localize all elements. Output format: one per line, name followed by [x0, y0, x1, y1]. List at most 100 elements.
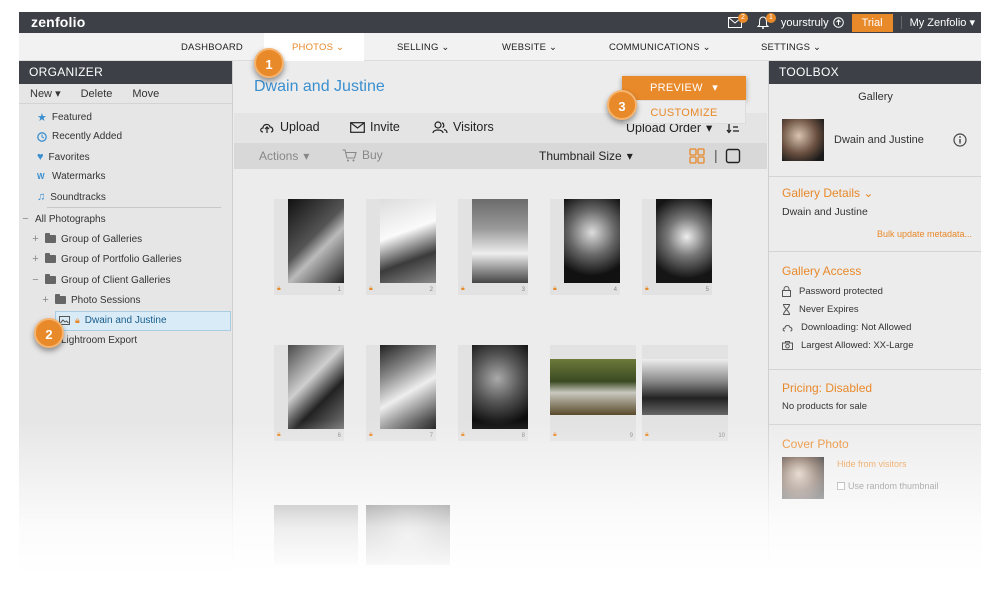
thumbnail-size-dropdown[interactable]: Thumbnail Size ▾ [539, 149, 633, 163]
nav-photos[interactable]: PHOTOS ⌄ [292, 42, 344, 53]
buy-button[interactable]: Buy [342, 148, 383, 162]
gallery-main: Dwain and Justine Upload Invite Visitors… [234, 61, 767, 572]
collapse-icon[interactable]: − [21, 213, 30, 225]
gallery-access-head[interactable]: Gallery Access [769, 264, 981, 278]
move-button[interactable]: Move [132, 88, 159, 100]
info-icon[interactable] [953, 133, 967, 147]
thumbnail[interactable]: 🔒︎ 2 [366, 199, 436, 295]
delete-button[interactable]: Delete [81, 88, 113, 100]
single-view-icon[interactable] [725, 148, 741, 164]
hide-visitors-link[interactable]: Hide from visitors [837, 459, 907, 469]
thumbnail[interactable] [274, 505, 358, 565]
expand-icon[interactable]: + [31, 233, 40, 245]
random-thumb-checkbox[interactable] [837, 482, 845, 490]
thumbnail[interactable]: 🔒︎ 10 [642, 345, 728, 441]
my-zenfolio-menu[interactable]: My Zenfolio ▾ [900, 16, 975, 29]
thumbnail[interactable]: 🔒︎ 9 [550, 345, 636, 441]
cloud-download-icon [782, 325, 793, 332]
tree-dwain-justine[interactable]: 🔒︎ Dwain and Justine [59, 315, 167, 326]
thumbnail[interactable]: 🔒︎ 4 [550, 199, 620, 295]
collapse-icon[interactable]: − [31, 274, 40, 286]
nav-selling[interactable]: SELLING ⌄ [397, 42, 450, 53]
thumbnail[interactable]: 🔒︎ 5 [642, 199, 712, 295]
thumbnail-photo [288, 345, 344, 429]
lock-icon: 🔒︎ [461, 285, 465, 292]
expand-icon[interactable]: + [31, 253, 40, 265]
lock-icon: 🔒︎ [645, 285, 649, 292]
tree-all-photographs[interactable]: − All Photographs [21, 213, 105, 225]
lock-icon: 🔒︎ [277, 431, 281, 438]
tree-group-portfolio[interactable]: + Group of Portfolio Galleries [31, 253, 182, 265]
visitors-button[interactable]: Visitors [432, 120, 494, 134]
downloading-row: Downloading: Not Allowed [782, 322, 911, 333]
largest-label: Largest Allowed: XX-Large [801, 340, 914, 351]
pricing-head[interactable]: Pricing: Disabled [769, 381, 981, 395]
invite-label: Invite [370, 120, 400, 134]
thumbnail-number: 8 [521, 433, 525, 439]
thumbnail-number: 3 [521, 287, 525, 293]
star-icon: ★ [37, 112, 47, 124]
thumbnail-number: 1 [337, 287, 341, 293]
zenfolio-logo[interactable]: zenfolio [31, 14, 85, 30]
nav-settings[interactable]: SETTINGS ⌄ [761, 42, 821, 53]
expires-row: Never Expires [782, 304, 859, 315]
grid-view-icon[interactable] [689, 148, 705, 164]
lock-icon: 🔒︎ [369, 285, 373, 292]
hourglass-icon [783, 304, 790, 315]
thumbnail[interactable]: 🔒︎ 8 [458, 345, 528, 441]
thumbnail[interactable]: 🔒︎ 3 [458, 199, 528, 295]
clock-icon [37, 131, 47, 142]
tree-photo-sessions-label: Photo Sessions [71, 294, 141, 306]
bulk-update-link[interactable]: Bulk update metadata... [877, 229, 972, 239]
chevron-circle-icon [832, 17, 844, 28]
tree-lightroom-export[interactable]: Lightroom Export [61, 335, 137, 346]
callout-1: 1 [254, 48, 284, 78]
lock-icon: 🔒︎ [461, 431, 465, 438]
tree-favorites-label: Favorites [48, 151, 90, 163]
cover-photo-head[interactable]: Cover Photo [769, 437, 981, 451]
tree-group-client-label: Group of Client Galleries [61, 274, 171, 286]
thumbnail-photo [288, 199, 344, 283]
preview-button[interactable]: PREVIEW ▾ [622, 76, 746, 100]
messages-icon[interactable]: 2 [725, 12, 748, 33]
gallery-details-name: Dwain and Justine [782, 206, 868, 218]
random-thumb-label: Use random thumbnail [848, 481, 939, 491]
nav-communications[interactable]: COMMUNICATIONS ⌄ [609, 42, 711, 53]
thumbnail[interactable] [366, 505, 450, 565]
random-thumb-row[interactable]: Use random thumbnail [837, 481, 939, 491]
gallery-details-label: Gallery Details [782, 186, 861, 200]
new-button[interactable]: New ▾ [30, 87, 61, 100]
thumbnail-number: 9 [629, 433, 633, 439]
tree-featured[interactable]: ★ Featured [37, 111, 92, 124]
upload-button[interactable]: Upload [259, 120, 320, 134]
messages-badge: 2 [737, 13, 748, 23]
main-nav: DASHBOARD SELLING ⌄ WEBSITE ⌄ COMMUNICAT… [19, 33, 981, 61]
toolbox-gallery-label: Gallery [858, 91, 893, 103]
trial-button[interactable]: Trial [851, 13, 893, 32]
tree-photo-sessions[interactable]: + Photo Sessions [41, 294, 141, 306]
thumbnail-photo [380, 345, 436, 429]
cloud-upload-icon [260, 123, 274, 133]
tree-group-galleries[interactable]: + Group of Galleries [31, 233, 142, 245]
expand-icon[interactable]: + [41, 294, 50, 306]
nav-website[interactable]: WEBSITE ⌄ [502, 42, 557, 53]
user-menu[interactable]: yourstruly [781, 17, 844, 29]
tree-recently-added[interactable]: Recently Added [37, 131, 122, 142]
tree-group-client[interactable]: − Group of Client Galleries [31, 274, 171, 286]
nav-dashboard[interactable]: DASHBOARD [181, 42, 243, 53]
actions-dropdown[interactable]: Actions ▾ [259, 149, 309, 163]
tree-favorites[interactable]: ♥ Favorites [37, 151, 90, 163]
gallery-details-head[interactable]: Gallery Details ⌄ [769, 186, 981, 200]
customize-menu-item[interactable]: CUSTOMIZE [622, 100, 746, 124]
camera-icon [782, 341, 793, 350]
bell-icon[interactable]: 1 [753, 12, 776, 33]
thumbnail[interactable]: 🔒︎ 7 [366, 345, 436, 441]
thumbnail-photo [656, 199, 712, 283]
thumbnail[interactable]: 🔒︎ 6 [274, 345, 344, 441]
invite-button[interactable]: Invite [350, 120, 400, 134]
tree-watermarks[interactable]: W Watermarks [37, 171, 106, 182]
toolbox-title: TOOLBOX [769, 61, 981, 84]
tree-lightroom-export-label: Lightroom Export [61, 335, 138, 346]
thumbnail[interactable]: 🔒︎ 1 [274, 199, 344, 295]
tree-soundtracks[interactable]: ♫ Soundtracks [37, 191, 106, 203]
